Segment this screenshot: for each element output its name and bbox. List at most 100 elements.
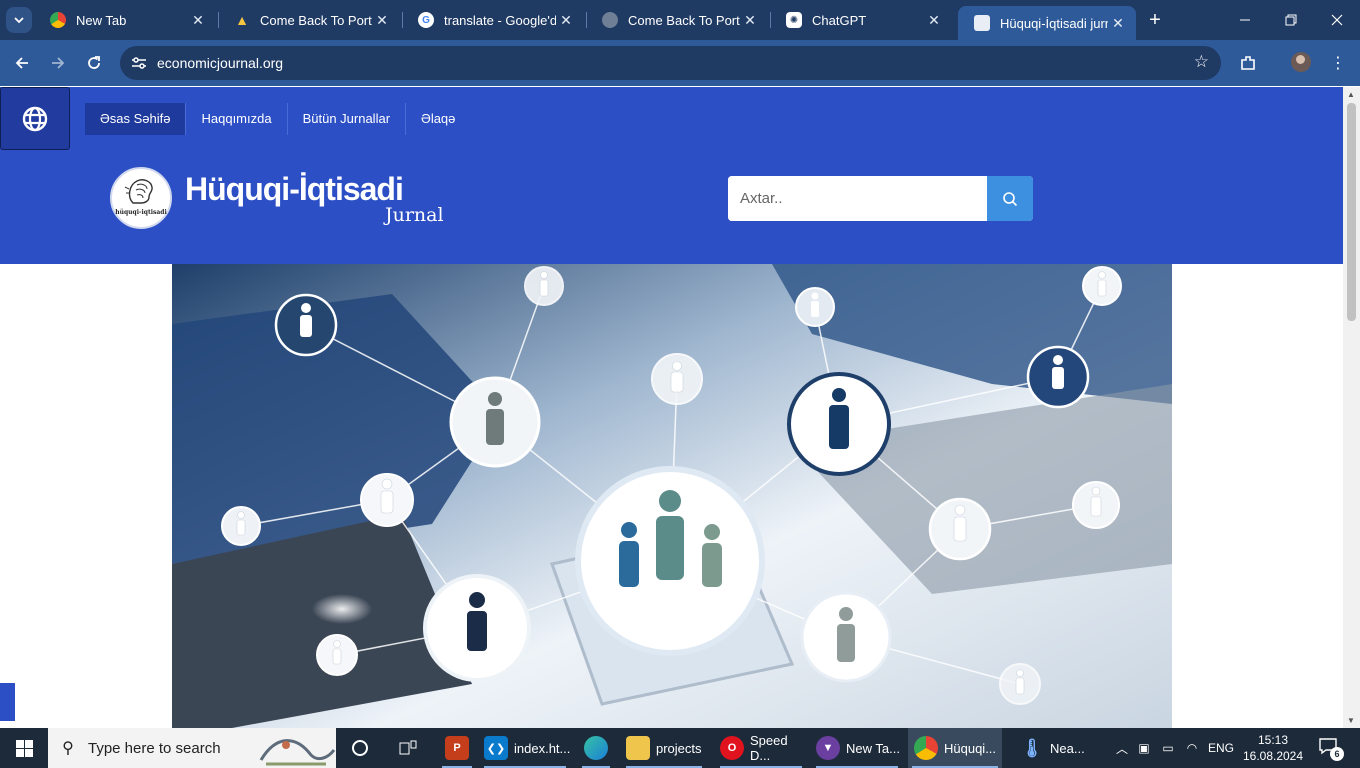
battery-icon[interactable]: ▭ [1156,741,1180,755]
language-button[interactable] [0,87,70,150]
vscode-icon: ❮❯ [484,736,508,760]
close-icon[interactable]: ✕ [188,10,208,30]
cortana-button[interactable] [344,728,376,768]
bookmark-star-icon[interactable]: ☆ [1194,52,1209,72]
taskbar-clock[interactable]: 15:13 16.08.2024 [1240,732,1306,764]
main-menu: Əsas Səhifə Haqqımızda Bütün Jurnallar Ə… [85,103,470,135]
menu-item-home[interactable]: Əsas Səhifə [85,103,187,135]
back-button[interactable] [9,50,35,76]
forward-button[interactable] [45,50,71,76]
reload-button[interactable] [81,50,107,76]
language-indicator[interactable]: ENG [1204,741,1238,755]
powerpoint-icon: P [445,736,469,760]
taskbar-app-chrome[interactable]: Hüquqi... [908,728,1002,768]
close-icon[interactable]: ✕ [372,10,392,30]
journal-icon [974,15,990,31]
tab-huquqi-jurnal[interactable]: Hüquqi-İqtisadi jurnal ✕ [958,6,1136,40]
search-highlight-image [259,739,336,766]
edge-icon [584,736,608,760]
tab-title: ChatGPT [812,12,867,28]
show-hidden-icons-icon[interactable]: ︿ [1112,740,1132,757]
restore-button[interactable] [1268,0,1314,40]
close-window-button[interactable] [1314,0,1360,40]
windows-taskbar: ⚲ Type here to search P ❮❯ index.ht... p… [0,728,1360,768]
brand-subtitle: Jurnal [385,204,444,226]
system-tray: ︿ ▣ ▭ ◠ ENG [1112,728,1238,768]
arrow-left-icon [15,57,28,69]
address-bar[interactable]: economicjournal.org ☆ [120,46,1221,80]
taskbar-search-placeholder: Type here to search [88,739,221,757]
taskbar-app-label: New Ta... [846,740,900,756]
minimize-icon [1240,19,1250,21]
search-button[interactable] [987,176,1033,221]
windows-logo-icon [15,739,33,757]
taskbar-app-explorer[interactable]: projects [622,728,706,768]
close-icon[interactable]: ✕ [556,10,576,30]
extensions-icon[interactable] [1237,52,1259,74]
scrollbar-thumb[interactable] [1347,103,1356,321]
site-info-icon[interactable] [128,52,150,74]
taskbar-app-label: Speed D... [750,733,788,763]
chevron-down-icon [14,17,24,24]
start-button[interactable] [0,728,48,768]
notification-center-button[interactable]: 6 [1318,737,1344,761]
new-tab-button[interactable]: + [1144,9,1166,31]
browser-tab-bar: New Tab ✕ ▲ Come Back To Portfolio ✕ G t… [0,0,1360,40]
tab-portfolio-2[interactable]: Come Back To Portfolio ✕ [586,0,770,40]
clock-time: 15:13 [1257,733,1289,747]
close-icon[interactable]: ✕ [924,10,944,30]
menu-item-about[interactable]: Haqqımızda [186,103,288,135]
taskbar-app-tor[interactable]: ▼ New Ta... [812,728,902,768]
arrow-right-icon [52,57,65,69]
tab-title: New Tab [76,12,127,28]
network-tray-icon[interactable]: ▣ [1132,741,1156,755]
menu-item-contact[interactable]: Əlaqə [406,103,470,135]
search-input[interactable] [728,176,987,221]
portfolio-icon: ▲ [235,12,249,28]
tab-title: Come Back To Portfolio [628,12,740,28]
site-header: Əsas Səhifə Haqqımızda Bütün Jurnallar Ə… [0,87,1343,264]
scroll-down-icon[interactable]: ▼ [1347,716,1355,725]
tab-title: Hüquqi-İqtisadi jurnal [1000,15,1108,31]
taskbar-app-opera[interactable]: O Speed D... [716,728,806,768]
tab-translate[interactable]: G translate - Google'da ✕ [402,0,586,40]
people-network-illustration [172,264,1172,728]
site-search [728,176,1033,221]
tab-portfolio-1[interactable]: ▲ Come Back To Portfolio ✕ [218,0,402,40]
tab-title: Come Back To Portfolio [260,12,372,28]
close-icon[interactable]: ✕ [1108,13,1128,33]
tab-new-tab[interactable]: New Tab ✕ [34,0,218,40]
browser-menu-icon[interactable]: ⋮ [1327,52,1349,74]
close-icon[interactable]: ✕ [740,10,760,30]
wifi-icon[interactable]: ◠ [1180,741,1204,755]
taskbar-app-vscode[interactable]: ❮❯ index.ht... [480,728,570,768]
logo-emblem-icon [124,179,153,204]
side-feedback-tab[interactable] [0,683,15,721]
task-view-button[interactable] [392,728,424,768]
globe-icon [602,12,618,28]
chatgpt-icon: ✺ [786,12,802,28]
globe-icon [22,106,48,131]
tab-chatgpt[interactable]: ✺ ChatGPT ✕ [770,0,954,40]
site-logo[interactable]: hüquqi-iqtisadi [110,167,172,229]
profile-avatar[interactable] [1291,52,1311,72]
url-text[interactable]: economicjournal.org [157,55,283,71]
menu-item-all-journals[interactable]: Bütün Jurnallar [288,103,407,135]
tab-search-button[interactable] [6,7,32,33]
page-scrollbar[interactable]: ▲ ▼ [1343,87,1360,728]
taskbar-app-powerpoint[interactable]: P [438,728,476,768]
search-icon: ⚲ [62,740,74,757]
chrome-icon [50,12,66,28]
taskbar-weather[interactable]: 🌡 Nea... [1016,728,1096,768]
taskbar-app-edge[interactable] [578,728,614,768]
taskbar-search[interactable]: ⚲ Type here to search [48,728,336,768]
notification-count-badge: 6 [1330,747,1344,761]
reload-icon [88,56,100,69]
taskbar-app-label: index.ht... [514,740,571,756]
minimize-button[interactable] [1222,0,1268,40]
opera-icon: O [720,736,744,760]
folder-icon [626,736,650,760]
taskbar-app-label: projects [656,740,702,756]
scroll-up-icon[interactable]: ▲ [1347,90,1355,99]
brand-title[interactable]: Hüquqi-İqtisadi [185,171,404,208]
